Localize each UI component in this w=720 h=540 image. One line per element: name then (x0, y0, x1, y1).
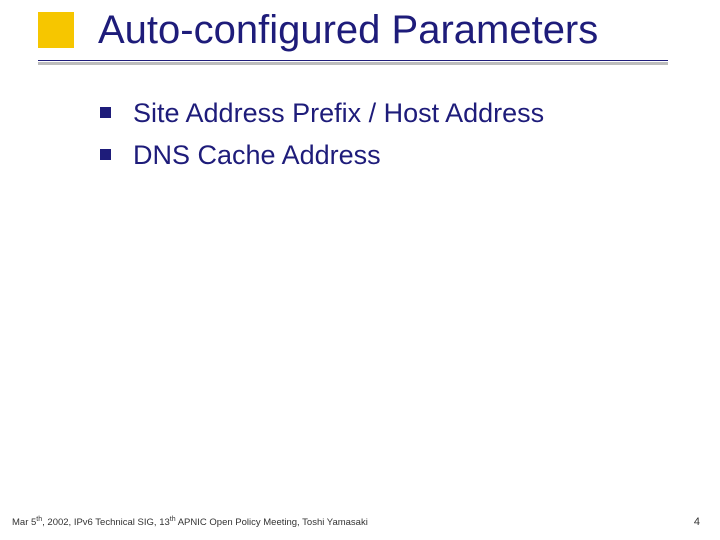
slide-number: 4 (694, 516, 700, 528)
accent-square (38, 12, 74, 48)
bullet-list: Site Address Prefix / Host Address DNS C… (100, 95, 660, 180)
slide: Auto-configured Parameters Site Address … (0, 0, 720, 540)
list-item: Site Address Prefix / Host Address (100, 95, 660, 131)
square-bullet-icon (100, 149, 111, 160)
square-bullet-icon (100, 107, 111, 118)
footer-mid: , 2002, IPv6 Technical SIG, 13 (42, 517, 170, 528)
footer-text: Mar 5th, 2002, IPv6 Technical SIG, 13th … (12, 517, 368, 528)
bullet-text: Site Address Prefix / Host Address (133, 95, 544, 131)
list-item: DNS Cache Address (100, 137, 660, 173)
slide-title: Auto-configured Parameters (98, 8, 598, 53)
title-wrap: Auto-configured Parameters (98, 8, 598, 53)
footer-post: APNIC Open Policy Meeting, Toshi Yamasak… (176, 517, 368, 528)
title-underline-shadow (38, 62, 668, 65)
bullet-text: DNS Cache Address (133, 137, 381, 173)
footer-pre: Mar 5 (12, 517, 36, 528)
title-baseline-rule (38, 60, 668, 61)
